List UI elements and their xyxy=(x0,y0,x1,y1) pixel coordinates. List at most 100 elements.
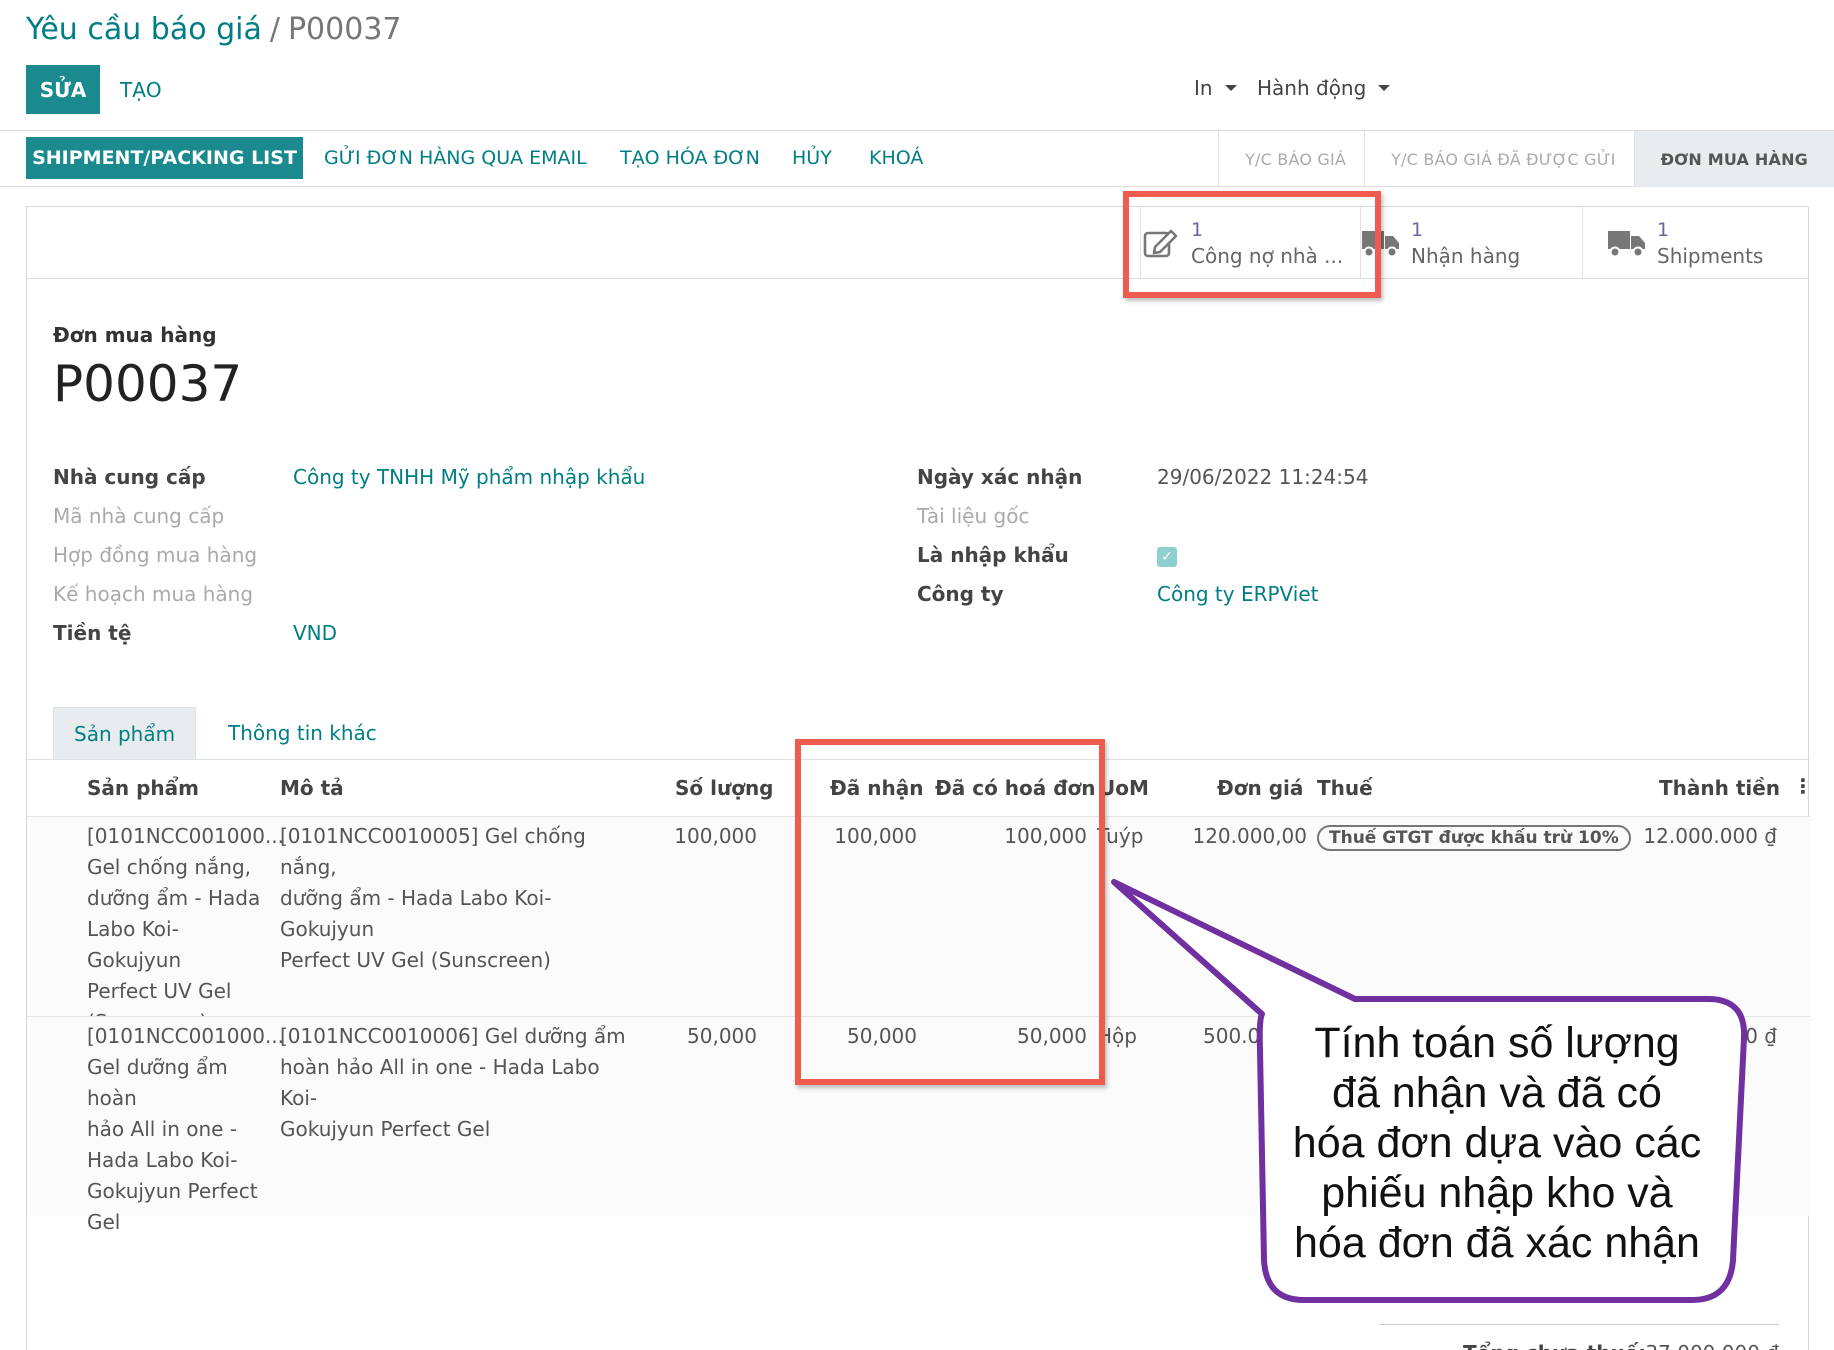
create-invoice-button[interactable]: TẠO HÓA ĐƠN xyxy=(620,137,760,179)
row-subtotal: 12.000.000 ₫ xyxy=(1643,824,1777,848)
vendor-label: Nhà cung cấp xyxy=(53,465,206,489)
order-lines-header: Sản phẩm Mô tả Số lượng Đã nhận Đã có ho… xyxy=(27,759,1813,816)
confirm-date-field: 29/06/2022 11:24:54 xyxy=(1157,465,1369,489)
col-unit-price[interactable]: Đơn giá xyxy=(1217,776,1303,800)
row-unit-price: 500.0 xyxy=(1203,1024,1261,1048)
product-line: Perfect UV Gel xyxy=(87,979,232,1003)
stage-purchase-order[interactable]: ĐƠN MUA HÀNG xyxy=(1633,131,1834,187)
pencil-square-icon xyxy=(1141,223,1181,263)
col-uom[interactable]: UoM xyxy=(1099,776,1149,800)
receipts-smart-button[interactable]: 1 Nhận hàng xyxy=(1360,207,1582,279)
untaxed-amount-label: Tổng chưa thuế: xyxy=(1463,1341,1646,1350)
col-product[interactable]: Sản phẩm xyxy=(87,776,199,800)
vendor-bills-count: 1 xyxy=(1191,219,1204,241)
company-label: Công ty xyxy=(917,582,1004,606)
description-line: dưỡng ẩm - Hada Labo Koi-Gokujyun xyxy=(280,886,552,941)
row-uom: Hộp xyxy=(1097,1024,1137,1048)
currency-label: Tiền tệ xyxy=(53,621,132,645)
purchase-plan-label: Kế hoạch mua hàng xyxy=(53,582,254,606)
receipts-count: 1 xyxy=(1411,219,1424,241)
callout-text: Tính toán số lượng đã nhận và đã có hóa … xyxy=(1262,1018,1732,1268)
untaxed-amount-value: 37.000.000 ₫ xyxy=(1629,1341,1779,1350)
tab-other-info[interactable]: Thông tin khác xyxy=(208,707,397,759)
smart-button-box: 1 Công nợ nhà ... 1 Nhận hàng 1 Shipment… xyxy=(27,207,1808,279)
form-kicker: Đơn mua hàng xyxy=(53,323,217,347)
action-dropdown-label: Hành động xyxy=(1257,76,1367,100)
row-product: [0101NCC001000... Gel dưỡng ẩm hoàn hảo … xyxy=(87,1021,285,1238)
shipments-label: Shipments xyxy=(1657,244,1764,268)
row-received: 100,000 xyxy=(834,824,917,848)
receipts-label: Nhận hàng xyxy=(1411,244,1521,268)
row-product: [0101NCC001000... Gel chống nắng, dưỡng … xyxy=(87,821,285,1038)
breadcrumb-separator: / xyxy=(269,12,280,47)
order-name: P00037 xyxy=(53,355,243,413)
row-quantity: 100,000 xyxy=(674,824,757,848)
company-field[interactable]: Công ty ERPViet xyxy=(1157,582,1319,606)
is-import-label: Là nhập khẩu xyxy=(917,543,1069,567)
purchase-contract-label: Hợp đồng mua hàng xyxy=(53,543,258,567)
status-bar: SHIPMENT/PACKING LIST GỬI ĐƠN HÀNG QUA E… xyxy=(0,131,1834,187)
breadcrumb-parent-link[interactable]: Yêu cầu báo giá xyxy=(26,12,262,47)
order-totals: Tổng chưa thuế: 37.000.000 ₫ xyxy=(1379,1324,1779,1350)
print-dropdown-label: In xyxy=(1194,76,1213,100)
table-row[interactable]: [0101NCC001000... Gel chống nắng, dưỡng … xyxy=(27,816,1810,1034)
send-po-email-button[interactable]: GỬI ĐƠN HÀNG QUA EMAIL xyxy=(324,137,587,179)
tab-products[interactable]: Sản phẩm xyxy=(53,707,197,759)
create-button[interactable]: TẠO xyxy=(120,65,162,114)
col-taxes[interactable]: Thuế xyxy=(1317,776,1373,800)
cancel-button[interactable]: HỦY xyxy=(792,137,832,179)
product-line: Gel xyxy=(87,1210,121,1234)
stage-rfq-sent[interactable]: Y/C BÁO GIÁ ĐÃ ĐƯỢC GỬI xyxy=(1364,131,1633,187)
shipment-packing-list-button[interactable]: SHIPMENT/PACKING LIST xyxy=(26,137,303,179)
action-dropdown[interactable]: Hành động xyxy=(1257,76,1391,100)
product-line: Hada Labo Koi- xyxy=(87,1148,238,1172)
col-invoiced[interactable]: Đã có hoá đơn xyxy=(935,776,1096,800)
col-quantity[interactable]: Số lượng xyxy=(675,776,774,800)
product-line: Gokujyun Perfect xyxy=(87,1179,258,1203)
stage-rfq[interactable]: Y/C BÁO GIÁ xyxy=(1218,131,1364,187)
lock-button[interactable]: KHOÁ xyxy=(869,137,923,179)
row-quantity: 50,000 xyxy=(687,1024,757,1048)
product-line: Gel dưỡng ẩm hoàn xyxy=(87,1055,228,1110)
truck-icon xyxy=(1607,223,1647,263)
vendor-bills-smart-button[interactable]: 1 Công nợ nhà ... xyxy=(1140,207,1360,279)
shipments-smart-button[interactable]: 1 Shipments xyxy=(1582,207,1810,279)
col-received[interactable]: Đã nhận xyxy=(830,776,923,800)
caret-down-icon xyxy=(1378,85,1391,91)
description-line: hoàn hảo All in one - Hada Labo Koi- xyxy=(280,1055,600,1110)
col-subtotal[interactable]: Thành tiền xyxy=(1659,776,1780,800)
description-line: [0101NCC0010006] Gel dưỡng ẩm xyxy=(280,1024,626,1048)
edit-button[interactable]: SỬA xyxy=(26,65,100,114)
source-document-label: Tài liệu gốc xyxy=(917,504,1030,528)
optional-columns-icon[interactable]: ⋮ xyxy=(1793,774,1813,798)
col-description[interactable]: Mô tả xyxy=(280,776,344,800)
breadcrumb-current: P00037 xyxy=(287,12,402,47)
row-unit-price: 120.000,00 xyxy=(1192,824,1307,848)
product-line: Labo Koi-Gokujyun xyxy=(87,917,182,972)
stage-indicator: Y/C BÁO GIÁ Y/C BÁO GIÁ ĐÃ ĐƯỢC GỬI ĐƠN … xyxy=(1218,131,1834,187)
currency-field[interactable]: VND xyxy=(293,621,337,645)
product-line: dưỡng ẩm - Hada xyxy=(87,886,261,910)
product-line: [0101NCC001000... xyxy=(87,824,285,848)
description-line: [0101NCC0010005] Gel chống nắng, xyxy=(280,824,586,879)
product-line: [0101NCC001000... xyxy=(87,1024,285,1048)
check-icon: ✓ xyxy=(1161,549,1173,565)
tax-badge: Thuế GTGT được khấu trừ 10% xyxy=(1317,825,1631,851)
vendor-bills-label: Công nợ nhà ... xyxy=(1191,244,1344,268)
is-import-checkbox[interactable]: ✓ xyxy=(1157,547,1177,567)
vendor-field[interactable]: Công ty TNHH Mỹ phẩm nhập khẩu xyxy=(293,465,645,489)
description-line: Gokujyun Perfect Gel xyxy=(280,1117,491,1141)
row-received: 50,000 xyxy=(847,1024,917,1048)
print-dropdown[interactable]: In xyxy=(1194,76,1237,100)
caret-down-icon xyxy=(1224,85,1237,91)
callout-line: phiếu nhập kho và xyxy=(1321,1169,1673,1217)
callout-line: đã nhận và đã có xyxy=(1332,1069,1662,1117)
vendor-code-label: Mã nhà cung cấp xyxy=(53,504,225,528)
truck-icon xyxy=(1361,223,1401,263)
description-line: Perfect UV Gel (Sunscreen) xyxy=(280,948,551,972)
callout-line: hóa đơn đã xác nhận xyxy=(1294,1219,1700,1267)
row-description: [0101NCC0010005] Gel chống nắng, dưỡng ẩ… xyxy=(280,821,630,976)
row-invoiced: 50,000 xyxy=(1017,1024,1087,1048)
row-uom: Tuýp xyxy=(1097,824,1144,848)
control-panel: Yêu cầu báo giá / P00037 SỬA TẠO In Hành đ… xyxy=(0,0,1834,131)
